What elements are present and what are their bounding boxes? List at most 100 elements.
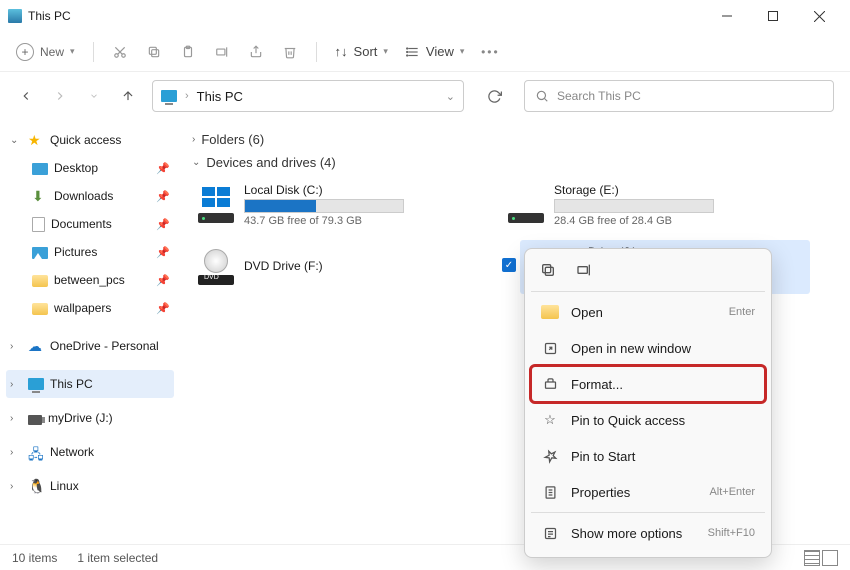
sidebar-label: Downloads (54, 189, 113, 203)
section-drives[interactable]: ⌄ Devices and drives (4) (192, 155, 838, 170)
menu-properties[interactable]: Properties Alt+Enter (531, 474, 765, 510)
sidebar-label: Network (50, 445, 94, 459)
sidebar-item-pictures[interactable]: Pictures📌 (6, 238, 174, 266)
forward-button[interactable] (50, 86, 70, 106)
sidebar-label: Documents (51, 217, 112, 231)
section-folders[interactable]: › Folders (6) (192, 132, 838, 147)
menu-label: Open (571, 305, 603, 320)
usb-drive-icon (28, 415, 42, 425)
menu-shortcut: Alt+Enter (709, 486, 755, 498)
properties-icon (541, 485, 559, 500)
share-icon[interactable] (248, 44, 264, 60)
this-pc-icon (28, 378, 44, 390)
drive-usage-bar (244, 199, 404, 213)
menu-label: Open in new window (571, 341, 691, 356)
sidebar-label: OneDrive - Personal (50, 339, 159, 353)
star-icon: ★ (28, 132, 44, 148)
details-view-icon[interactable] (804, 550, 820, 566)
copy-icon[interactable] (539, 261, 557, 279)
address-bar[interactable]: › This PC ⌄ (152, 80, 464, 112)
pin-icon: 📌 (156, 302, 170, 315)
delete-icon[interactable] (282, 44, 298, 60)
sidebar-item-documents[interactable]: Documents📌 (6, 210, 174, 238)
rename-icon[interactable] (214, 44, 230, 60)
linux-icon: 🐧 (28, 478, 44, 494)
pin-icon: 📌 (156, 190, 170, 203)
menu-pin-start[interactable]: Pin to Start (531, 438, 765, 474)
menu-open[interactable]: Open Enter (531, 294, 765, 330)
sidebar-item-downloads[interactable]: ⬇Downloads📌 (6, 182, 174, 210)
folder-icon (32, 303, 48, 315)
search-box[interactable]: Search This PC (524, 80, 834, 112)
drive-free-text: 43.7 GB free of 79.3 GB (244, 215, 476, 227)
context-menu: Open Enter Open in new window Format... … (524, 248, 772, 558)
sidebar-mydrive[interactable]: ›myDrive (J:) (6, 404, 174, 432)
address-location: This PC (197, 89, 243, 104)
desktop-icon (32, 163, 48, 175)
sidebar-network[interactable]: ›🖧Network (6, 438, 174, 466)
copy-icon[interactable] (146, 44, 162, 60)
sidebar-label: myDrive (J:) (48, 411, 113, 425)
document-icon (32, 217, 45, 232)
sidebar-quick-access[interactable]: ⌄ ★ Quick access (6, 126, 174, 154)
selection-checkbox[interactable]: ✓ (502, 258, 516, 272)
status-selected-count: 1 item selected (77, 551, 158, 565)
command-bar: + New ▾ ↑↓ Sort ▾ View ▾ ••• (0, 32, 850, 72)
chevron-down-icon[interactable]: ⌄ (446, 90, 455, 103)
maximize-button[interactable] (750, 0, 796, 32)
drive-icon (198, 187, 234, 223)
more-icon[interactable]: ••• (482, 44, 498, 60)
chevron-right-icon: › (192, 134, 195, 145)
menu-show-more-options[interactable]: Show more options Shift+F10 (531, 515, 765, 551)
separator (93, 42, 94, 62)
chevron-right-icon: › (10, 447, 22, 458)
new-window-icon (541, 341, 559, 356)
chevron-down-icon: ▾ (383, 46, 388, 57)
rename-icon[interactable] (575, 261, 593, 279)
menu-label: Pin to Quick access (571, 413, 685, 428)
chevron-down-icon: ▾ (460, 46, 465, 57)
sidebar-this-pc[interactable]: ›This PC (6, 370, 174, 398)
up-button[interactable] (118, 86, 138, 106)
sidebar-onedrive[interactable]: ›☁OneDrive - Personal (6, 332, 174, 360)
drive-local-disk-c[interactable]: Local Disk (C:) 43.7 GB free of 79.3 GB (192, 178, 482, 232)
separator (316, 42, 317, 62)
sort-button[interactable]: ↑↓ Sort ▾ (335, 44, 388, 59)
sidebar-linux[interactable]: ›🐧Linux (6, 472, 174, 500)
paste-icon[interactable] (180, 44, 196, 60)
refresh-button[interactable] (478, 80, 510, 112)
title-bar: This PC (0, 0, 850, 32)
sort-label: Sort (354, 44, 378, 59)
menu-shortcut: Shift+F10 (708, 527, 755, 539)
cut-icon[interactable] (112, 44, 128, 60)
view-toggle[interactable] (804, 550, 838, 566)
menu-label: Show more options (571, 526, 682, 541)
menu-open-new-window[interactable]: Open in new window (531, 330, 765, 366)
cloud-icon: ☁ (28, 338, 44, 354)
recent-button[interactable] (84, 86, 104, 106)
large-icons-view-icon[interactable] (822, 550, 838, 566)
dvd-drive-icon: DVD (198, 249, 234, 285)
back-button[interactable] (16, 86, 36, 106)
minimize-button[interactable] (704, 0, 750, 32)
drive-icon (508, 187, 544, 223)
close-button[interactable] (796, 0, 842, 32)
sidebar-item-desktop[interactable]: Desktop📌 (6, 154, 174, 182)
navigation-pane: ⌄ ★ Quick access Desktop📌 ⬇Downloads📌 Do… (0, 120, 180, 544)
this-pc-icon (161, 90, 177, 102)
drive-storage-e[interactable]: Storage (E:) 28.4 GB free of 28.4 GB (502, 178, 792, 232)
view-button[interactable]: View ▾ (406, 44, 464, 59)
menu-pin-quick-access[interactable]: ☆ Pin to Quick access (531, 402, 765, 438)
sidebar-item-folder[interactable]: between_pcs📌 (6, 266, 174, 294)
status-item-count: 10 items (12, 551, 57, 565)
new-button[interactable]: + New ▾ (16, 43, 75, 61)
folder-icon (32, 275, 48, 287)
section-label: Devices and drives (4) (206, 155, 335, 170)
sidebar-item-folder[interactable]: wallpapers📌 (6, 294, 174, 322)
chevron-right-icon: › (10, 481, 22, 492)
search-placeholder: Search This PC (557, 89, 641, 103)
chevron-right-icon: › (10, 379, 22, 390)
menu-format[interactable]: Format... (531, 366, 765, 402)
view-icon (406, 45, 420, 59)
drive-dvd-f[interactable]: DVD DVD Drive (F:) (192, 240, 482, 294)
